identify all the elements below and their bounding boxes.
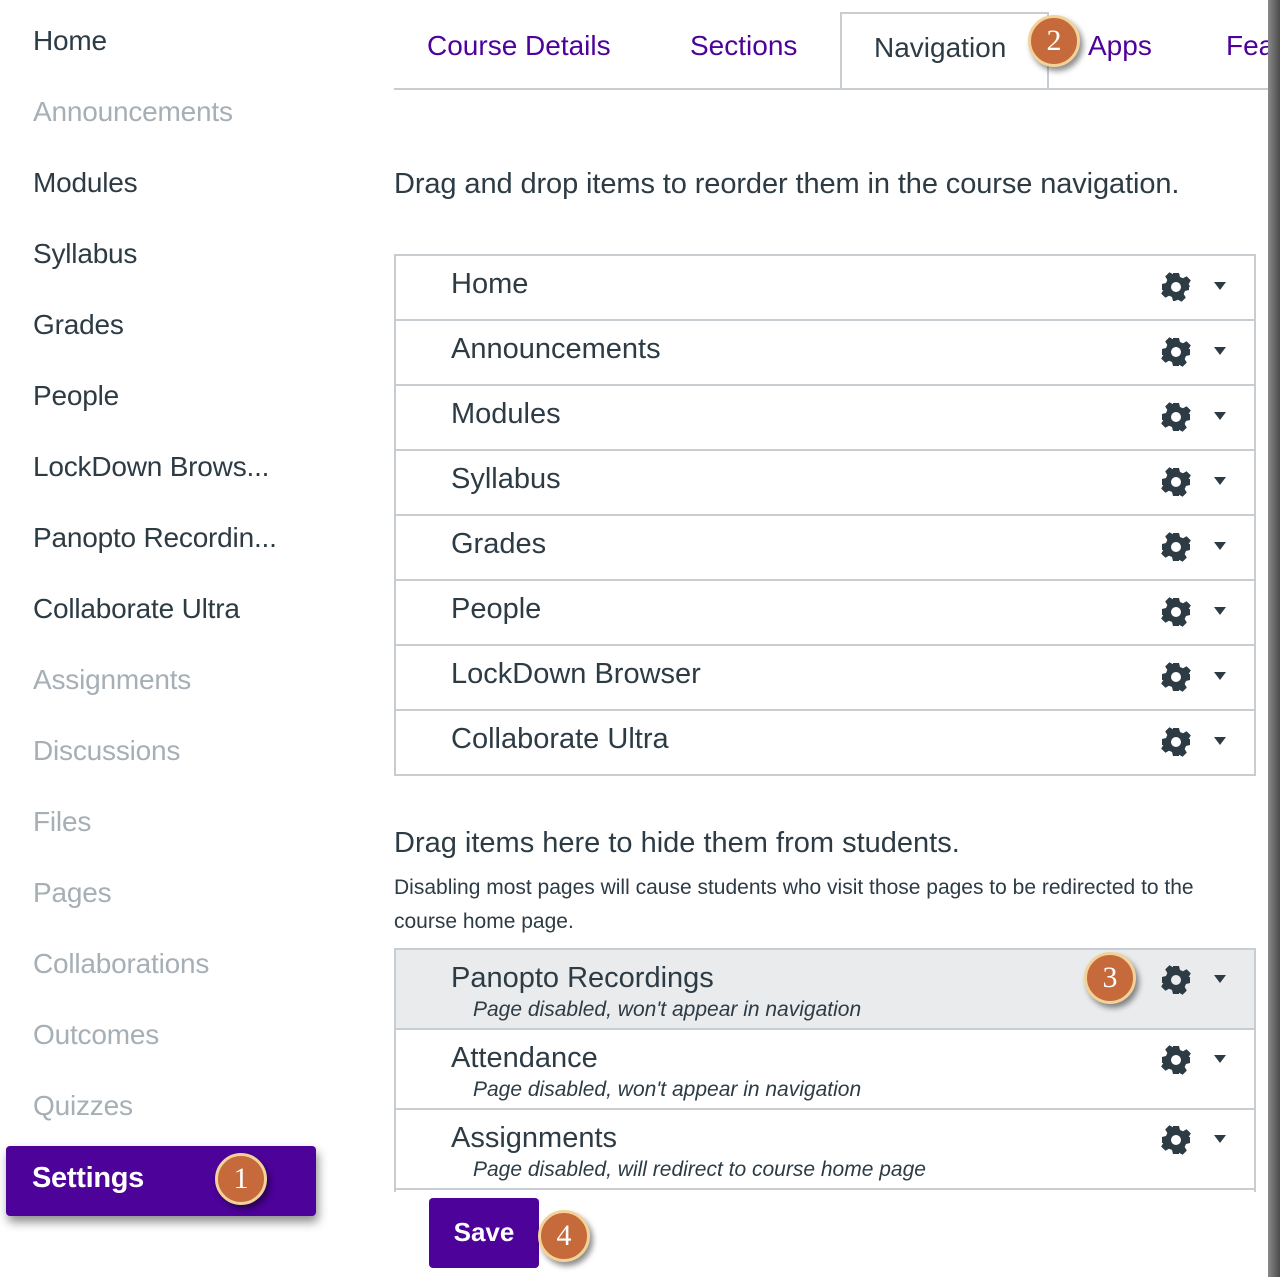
nav-item-name: Grades (451, 528, 547, 560)
tab-sections[interactable]: Sections (690, 30, 797, 62)
gear-icon[interactable] (1160, 726, 1192, 758)
caret-down-icon[interactable] (1214, 607, 1226, 615)
reorder-instruction: Drag and drop items to reorder them in t… (394, 168, 1180, 200)
tab-navigation[interactable]: Navigation (840, 12, 1049, 88)
caret-down-icon[interactable] (1214, 1135, 1226, 1143)
nav-row[interactable]: Syllabus (396, 451, 1254, 516)
hidden-section-title: Drag items here to hide them from studen… (394, 827, 960, 859)
caret-down-icon[interactable] (1214, 282, 1226, 290)
tab-feature-options[interactable]: Fea (1226, 30, 1268, 62)
caret-down-icon[interactable] (1214, 737, 1226, 745)
caret-down-icon[interactable] (1214, 542, 1226, 550)
hidden-item-note: Page disabled, won't appear in navigatio… (473, 998, 862, 1021)
sidebar-item-people[interactable]: People (33, 379, 119, 413)
tab-navigation-label: Navigation (874, 32, 1007, 63)
save-button[interactable]: Save (429, 1198, 539, 1268)
nav-row[interactable]: People (396, 581, 1254, 646)
sidebar-item-panopto-recordings[interactable]: Panopto Recordin... (33, 521, 277, 555)
caret-down-icon[interactable] (1214, 347, 1226, 355)
sidebar-item-outcomes[interactable]: Outcomes (33, 1018, 159, 1052)
gear-icon[interactable] (1160, 964, 1192, 996)
sidebar-item-lockdown-browser[interactable]: LockDown Brows... (33, 450, 269, 484)
callout-badge-4: 4 (538, 1210, 590, 1262)
gear-icon[interactable] (1160, 531, 1192, 563)
sidebar-item-syllabus[interactable]: Syllabus (33, 237, 137, 271)
sidebar-item-home[interactable]: Home (33, 24, 107, 58)
nav-item-name: LockDown Browser (451, 658, 701, 690)
callout-badge-3: 3 (1084, 952, 1136, 1004)
nav-item-name: Announcements (451, 333, 661, 365)
caret-down-icon[interactable] (1214, 1055, 1226, 1063)
sidebar-item-collaborations[interactable]: Collaborations (33, 947, 209, 981)
page-edge-shadow (1268, 0, 1280, 1277)
sidebar-item-settings[interactable]: Settings (6, 1146, 316, 1216)
hidden-item-note: Page disabled, will redirect to course h… (473, 1158, 926, 1181)
caret-down-icon[interactable] (1214, 477, 1226, 485)
sidebar-item-announcements[interactable]: Announcements (33, 95, 233, 129)
gear-icon[interactable] (1160, 336, 1192, 368)
gear-icon[interactable] (1160, 466, 1192, 498)
sidebar-item-pages[interactable]: Pages (33, 876, 112, 910)
nav-row[interactable]: Home (396, 256, 1254, 321)
nav-item-name: Modules (451, 398, 561, 430)
nav-item-name: Home (451, 268, 529, 300)
gear-icon[interactable] (1160, 1044, 1192, 1076)
caret-down-icon[interactable] (1214, 672, 1226, 680)
sidebar-item-collaborate-ultra[interactable]: Collaborate Ultra (33, 592, 240, 626)
hidden-nav-row[interactable]: Assignments Page disabled, will redirect… (396, 1110, 1254, 1190)
nav-item-name: People (451, 593, 542, 625)
settings-label: Settings (32, 1162, 144, 1194)
sidebar-item-modules[interactable]: Modules (33, 166, 138, 200)
nav-row[interactable]: Collaborate Ultra (396, 711, 1254, 776)
gear-icon[interactable] (1160, 271, 1192, 303)
sidebar-item-grades[interactable]: Grades (33, 308, 124, 342)
nav-row[interactable]: Modules (396, 386, 1254, 451)
caret-down-icon[interactable] (1214, 975, 1226, 983)
hidden-nav-row[interactable]: Attendance Page disabled, won't appear i… (396, 1030, 1254, 1110)
tab-apps[interactable]: Apps (1088, 30, 1152, 62)
gear-icon[interactable] (1160, 401, 1192, 433)
course-navigation-sidebar: Home Announcements Modules Syllabus Grad… (0, 0, 330, 1277)
sidebar-item-files[interactable]: Files (33, 805, 91, 839)
hidden-item-note: Page disabled, won't appear in navigatio… (473, 1078, 862, 1101)
callout-badge-2: 2 (1028, 15, 1080, 67)
nav-row[interactable]: Grades (396, 516, 1254, 581)
caret-down-icon[interactable] (1214, 412, 1226, 420)
callout-badge-1: 1 (215, 1153, 267, 1205)
nav-row[interactable]: Announcements (396, 321, 1254, 386)
gear-icon[interactable] (1160, 596, 1192, 628)
tab-course-details[interactable]: Course Details (427, 30, 611, 62)
hidden-item-name: Assignments (451, 1122, 618, 1154)
sidebar-item-quizzes[interactable]: Quizzes (33, 1089, 133, 1123)
hidden-item-name: Panopto Recordings (451, 962, 714, 994)
gear-icon[interactable] (1160, 661, 1192, 693)
nav-item-name: Collaborate Ultra (451, 723, 669, 755)
nav-row[interactable]: LockDown Browser (396, 646, 1254, 711)
gear-icon[interactable] (1160, 1124, 1192, 1156)
sidebar-item-discussions[interactable]: Discussions (33, 734, 180, 768)
nav-item-name: Syllabus (451, 463, 561, 495)
settings-tabs: Course Details Sections Navigation Apps … (394, 0, 1268, 90)
enabled-nav-list: Home Announcements Modules Syllabus Grad… (394, 254, 1256, 776)
hidden-item-name: Attendance (451, 1042, 598, 1074)
hidden-section-subtitle: Disabling most pages will cause students… (394, 876, 1194, 933)
sidebar-item-assignments[interactable]: Assignments (33, 663, 191, 697)
